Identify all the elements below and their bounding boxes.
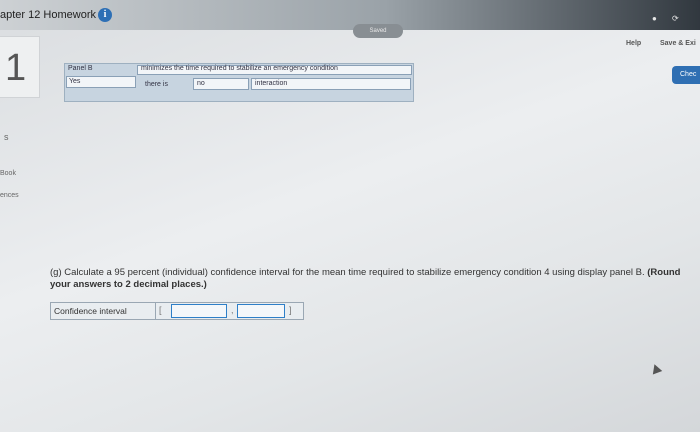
ci-divider [155,303,156,319]
confidence-interval-label: Confidence interval [54,306,127,316]
mouse-pointer-icon [649,362,663,375]
help-link[interactable]: Help [626,40,641,47]
settings-icon[interactable]: ● [652,14,657,23]
question-text: (g) Calculate a 95 percent (individual) … [50,267,690,290]
question-prompt: (g) Calculate a 95 percent (individual) … [50,267,645,278]
confidence-interval-row: Confidence interval [ , ] [50,302,304,320]
panel-row-interaction: interaction [255,80,288,87]
panel-row-yes: Yes [69,78,81,85]
ci-lower-input[interactable] [171,304,227,318]
references-link[interactable]: ences [0,192,19,199]
ci-comma: , [231,305,234,315]
ebook-link[interactable]: Book [0,170,16,177]
save-exit-link[interactable]: Save & Exi [660,40,696,47]
panel-row-no: no [197,80,205,87]
panel-header-right: minimizes the time required to stabilize… [141,65,338,72]
panel-table: Panel B minimizes the time required to s… [64,63,414,102]
info-icon[interactable]: i [98,8,112,22]
refresh-icon[interactable]: ⟳ [672,14,679,23]
ci-upper-input[interactable] [237,304,285,318]
panel-header-left: Panel B [68,65,93,72]
saved-status: Saved [353,24,403,38]
question-number[interactable]: 1 [0,36,40,98]
panel-row-there-is: there is [145,81,168,88]
close-bracket: ] [289,305,292,315]
open-bracket: [ [159,305,162,315]
check-button[interactable]: Chec [672,66,700,84]
sidebar-dot: s [4,132,9,142]
assignment-title: apter 12 Homework [0,9,96,21]
